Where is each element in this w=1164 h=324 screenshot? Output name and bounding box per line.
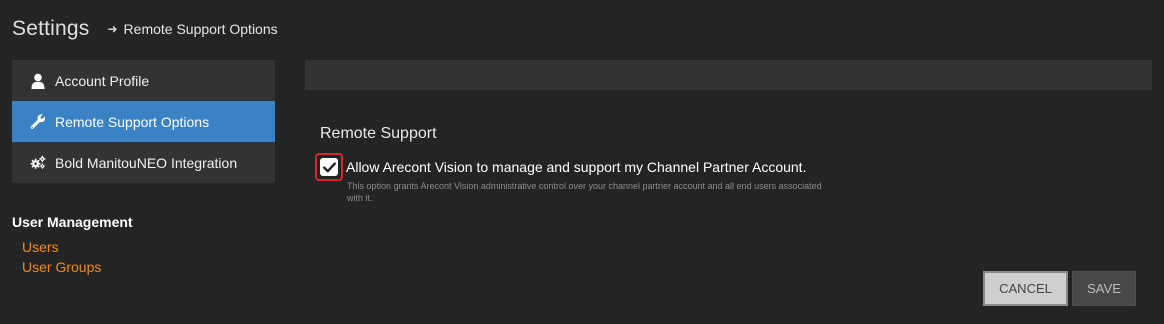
sidebar-item-label: Bold ManitouNEO Integration [55, 154, 238, 171]
user-management-title: User Management [12, 214, 133, 230]
sidebar-item-bold-manitouneo-integration[interactable]: Bold ManitouNEO Integration [12, 142, 275, 183]
wrench-icon [30, 114, 46, 130]
settings-page: Settings ➜ Remote Support Options Accoun… [0, 0, 1164, 324]
sidebar-item-account-profile[interactable]: Account Profile [12, 60, 275, 101]
content-header-bar [305, 60, 1152, 90]
allow-remote-support-help: This option grants Arecont Vision admini… [347, 181, 822, 203]
checkmark-icon [322, 161, 336, 172]
remote-support-heading: Remote Support [320, 125, 437, 142]
sidebar-item-remote-support-options[interactable]: Remote Support Options [12, 101, 275, 142]
checkbox-highlight [315, 153, 343, 181]
users-link[interactable]: Users [22, 239, 59, 255]
user-groups-link[interactable]: User Groups [22, 259, 101, 275]
breadcrumb: ➜ Remote Support Options [107, 21, 277, 37]
gears-icon [30, 155, 46, 171]
allow-remote-support-checkbox[interactable] [320, 158, 338, 176]
allow-remote-support-label: Allow Arecont Vision to manage and suppo… [346, 159, 807, 175]
page-title: Settings [12, 17, 90, 40]
user-icon [30, 73, 46, 89]
page-header: Settings ➜ Remote Support Options [12, 17, 278, 41]
cancel-button[interactable]: CANCEL [983, 271, 1068, 306]
breadcrumb-current: Remote Support Options [123, 21, 278, 37]
sidebar-item-label: Remote Support Options [55, 113, 210, 130]
save-button[interactable]: SAVE [1072, 271, 1136, 306]
sidebar-item-label: Account Profile [55, 72, 150, 89]
settings-sidebar: Account Profile Remote Support Options B… [12, 60, 275, 183]
arrow-right-icon: ➜ [107, 22, 118, 36]
